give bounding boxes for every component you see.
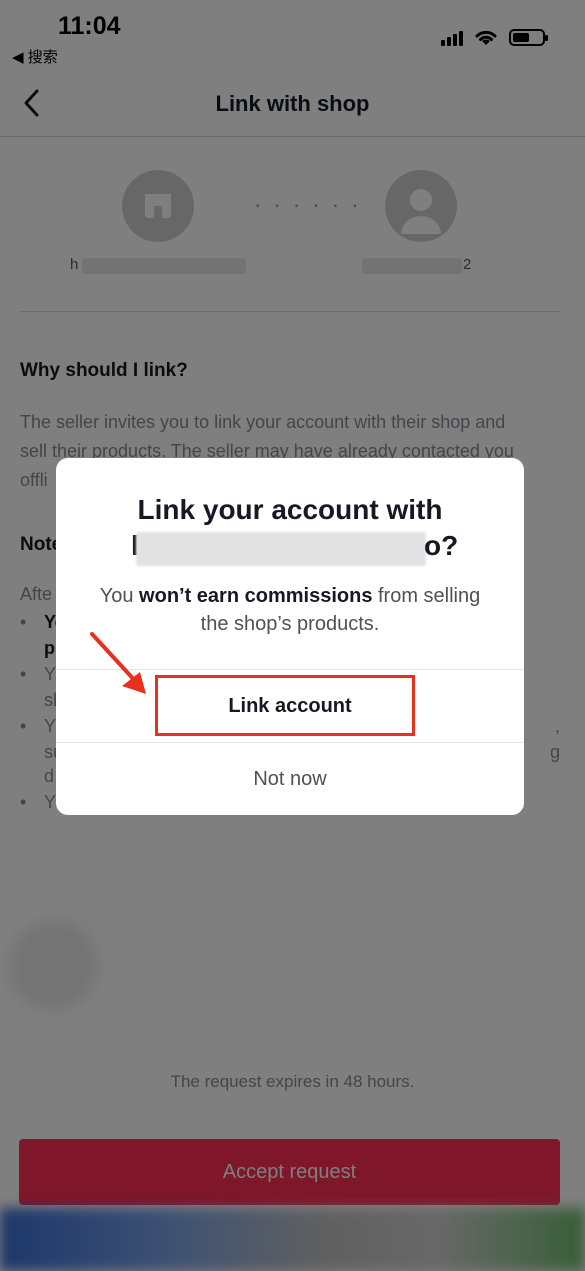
- dialog-title-tail: o?: [424, 530, 459, 561]
- shop-name-redacted: [136, 532, 426, 566]
- annotation-highlight-box: [155, 675, 415, 736]
- annotation-arrow-icon: [90, 632, 146, 694]
- dialog-desc-bold: won’t earn commissions: [139, 585, 373, 607]
- dialog-title-line-2: l o?: [56, 530, 524, 566]
- dialog-desc-pre: You: [99, 585, 140, 607]
- dialog-title-line-1: Link your account with: [137, 494, 443, 525]
- screen: 11:04 ◀ 搜索 Link with shop · · · · · ·: [0, 0, 585, 1271]
- not-now-button[interactable]: Not now: [56, 743, 524, 815]
